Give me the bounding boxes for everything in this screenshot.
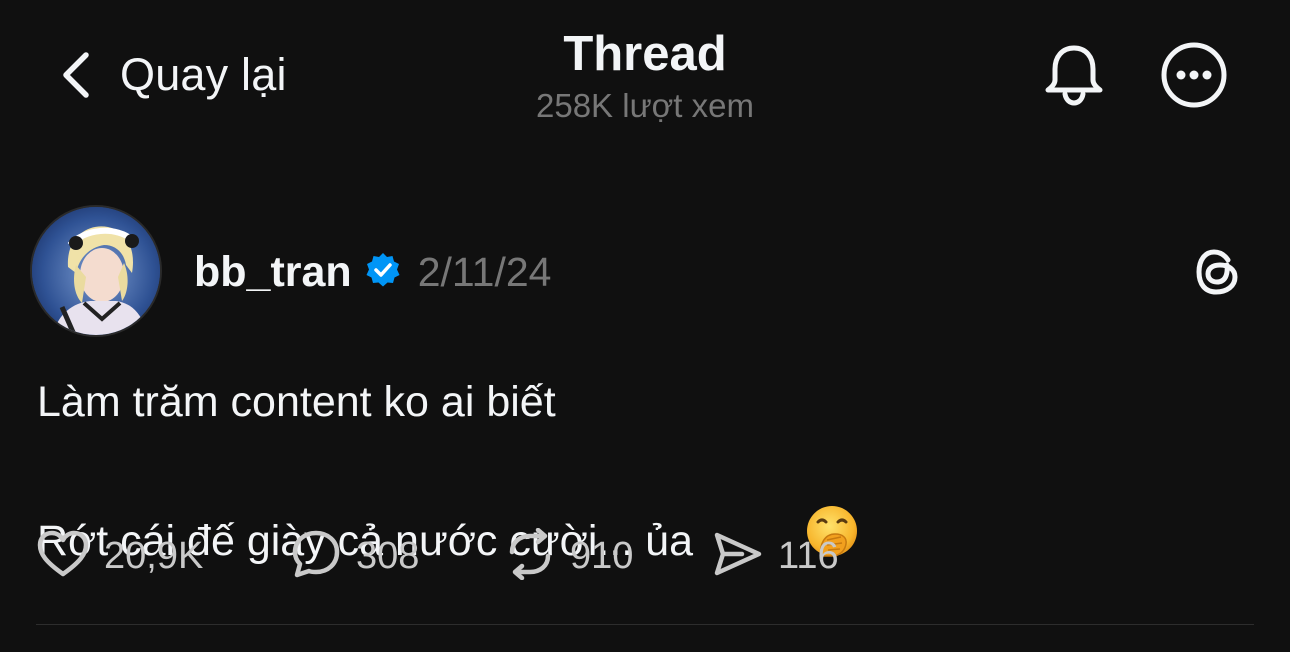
view-count: 258K lượt xem — [536, 87, 754, 124]
post-text-line-1: Làm trăm content ko ai biết — [37, 378, 556, 426]
more-icon — [1160, 42, 1228, 113]
repost-count: 910 — [570, 534, 634, 577]
reply-count: 308 — [356, 534, 420, 577]
threads-logo-icon — [1194, 249, 1242, 301]
avatar[interactable] — [30, 205, 162, 337]
thread-screen: Quay lại Thread 258K lượt xem bb_tran 2/… — [0, 0, 1290, 652]
send-icon — [712, 528, 764, 585]
verified-badge-icon — [364, 251, 402, 294]
repost-icon — [504, 527, 556, 585]
heart-icon — [36, 529, 90, 584]
notification-button[interactable] — [1043, 42, 1105, 113]
bell-icon — [1043, 45, 1105, 112]
like-button[interactable]: 20,9K — [36, 529, 290, 584]
post-header: bb_tran 2/11/24 — [194, 244, 551, 300]
back-button[interactable]: Quay lại — [58, 46, 287, 104]
share-button[interactable]: 116 — [712, 528, 839, 585]
threads-logo-button[interactable] — [1194, 247, 1242, 302]
reply-button[interactable]: 308 — [290, 528, 504, 585]
post-date: 2/11/24 — [417, 248, 552, 295]
post-actions: 20,9K 308 910 116 — [36, 527, 839, 585]
like-count: 20,9K — [104, 534, 204, 577]
comment-icon — [290, 528, 342, 585]
repost-button[interactable]: 910 — [504, 527, 712, 585]
share-count: 116 — [778, 534, 839, 577]
page-title: Thread — [563, 27, 727, 81]
more-options-button[interactable] — [1160, 41, 1228, 114]
username[interactable]: bb_tran — [194, 248, 352, 297]
chevron-left-icon — [58, 49, 92, 101]
post-body: Làm trăm content ko ai biết Rớt cái đế g… — [37, 368, 859, 646]
header-title-block: Thread 258K lượt xem — [445, 26, 845, 126]
back-label: Quay lại — [120, 49, 287, 100]
divider — [36, 624, 1254, 625]
